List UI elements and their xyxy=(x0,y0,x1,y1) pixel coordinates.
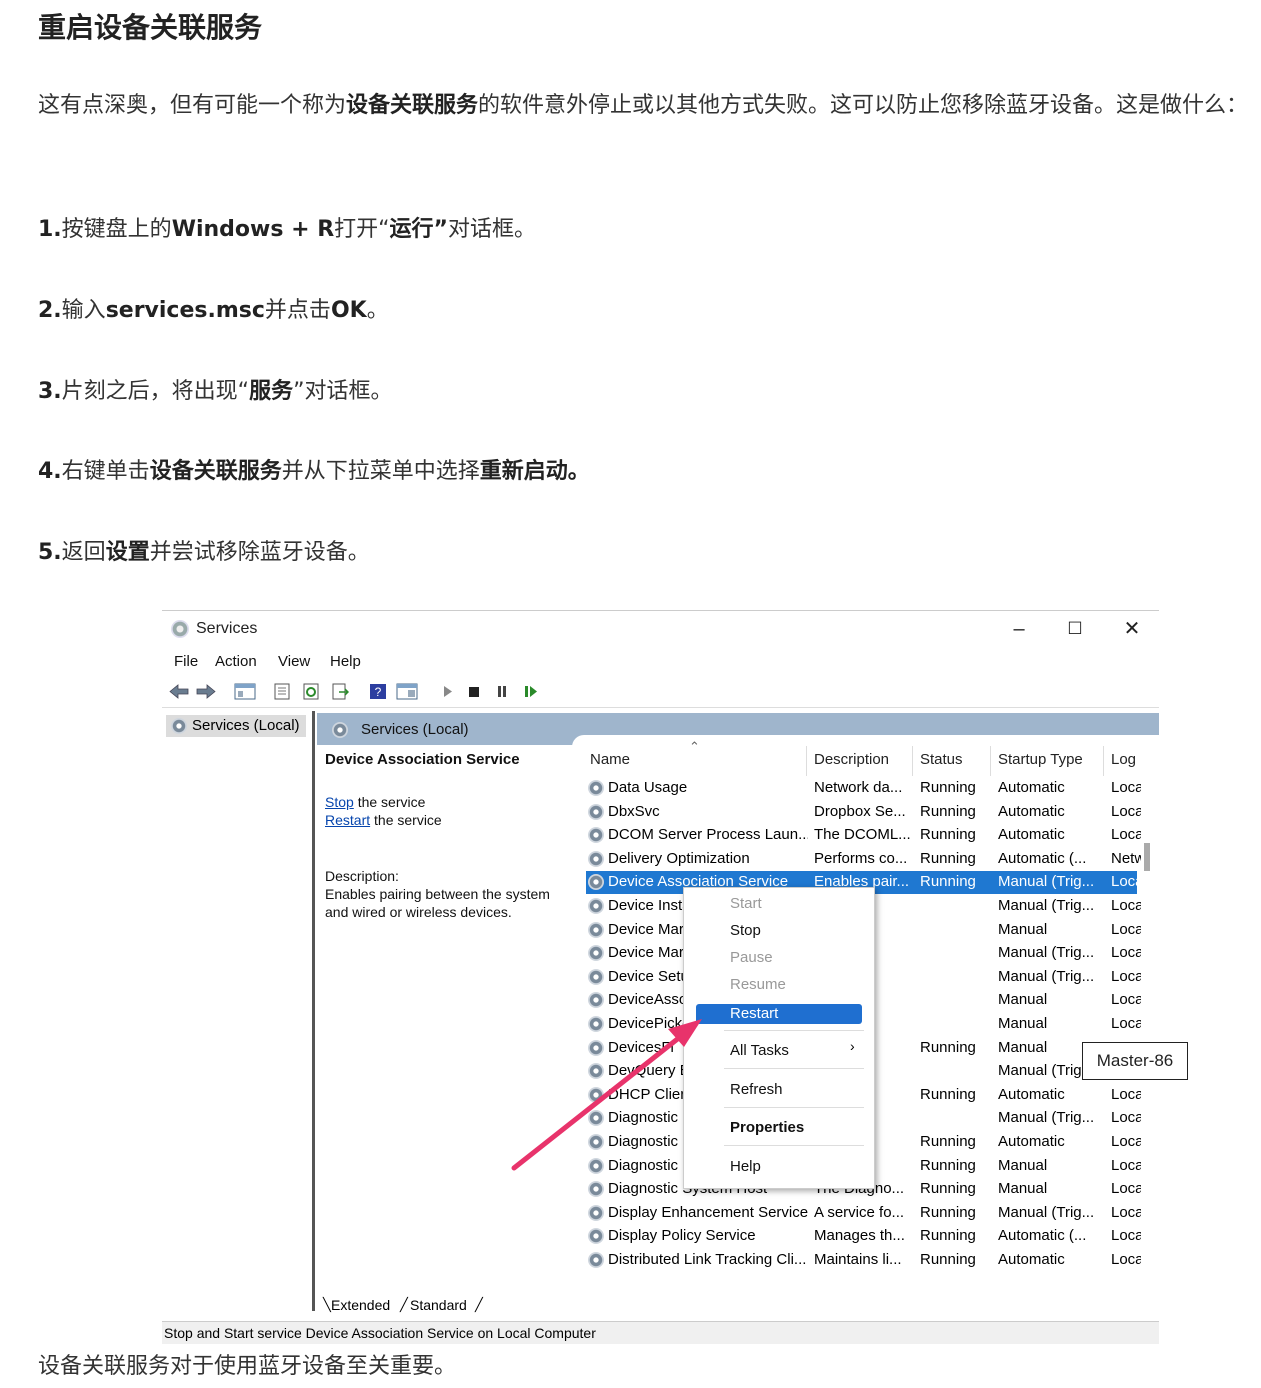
status-text: Stop and Start service Device Associatio… xyxy=(164,1325,596,1341)
tab-divider: ╲ xyxy=(323,1297,331,1312)
step-5: 5.返回设置并尝试移除蓝牙设备。 xyxy=(38,531,1261,574)
intro-text-1: 这有点深奥，但有可能一个称为 xyxy=(38,93,347,118)
step-bold: 运行” xyxy=(389,217,449,242)
step-bold: services.msc xyxy=(105,298,265,323)
tab-standard[interactable]: Standard xyxy=(410,1297,467,1313)
step-2: 2.输入services.msc并点击OK。 xyxy=(38,289,1261,332)
step-bold: Windows + R xyxy=(171,217,335,242)
step-bold: 服务 xyxy=(249,379,294,404)
step-text: 返回 xyxy=(61,540,106,565)
step-text: 并从下拉菜单中选择 xyxy=(281,459,480,484)
step-text: 右键单击 xyxy=(61,459,150,484)
intro-paragraph: 这有点深奥，但有可能一个称为设备关联服务的软件意外停止或以其他方式失败。这可以防… xyxy=(38,84,1261,127)
step-number: 1. xyxy=(38,217,62,242)
status-bar: Stop and Start service Device Associatio… xyxy=(162,1321,1159,1344)
tab-divider: ╱ xyxy=(475,1297,483,1312)
step-number: 4. xyxy=(38,459,62,484)
step-bold: OK xyxy=(330,298,367,323)
step-3: 3.片刻之后，将出现“服务”对话框。 xyxy=(38,370,1261,413)
conclusion-paragraph: 设备关联服务对于使用蓝牙设备至关重要。 xyxy=(38,1354,457,1379)
step-text: 。 xyxy=(366,298,389,323)
tab-divider: ╱ xyxy=(400,1297,408,1312)
step-number: 2. xyxy=(38,298,62,323)
step-number: 5. xyxy=(38,540,62,565)
article-heading: 重启设备关联服务 xyxy=(38,11,263,44)
services-window-screenshot: Services – ☐ ✕ File Action View Help ? S… xyxy=(162,610,1159,1344)
step-4: 4.右键单击设备关联服务并从下拉菜单中选择重新启动。 xyxy=(38,450,1261,493)
step-text: 输入 xyxy=(61,298,106,323)
step-bold: 重新启动。 xyxy=(479,459,590,484)
step-text: 片刻之后，将出现“ xyxy=(61,379,250,404)
step-bold: 设置 xyxy=(105,540,150,565)
step-1: 1.按键盘上的Windows + R打开“运行”对话框。 xyxy=(38,208,1261,251)
tab-extended[interactable]: Extended xyxy=(331,1297,390,1313)
intro-bold-service: 设备关联服务 xyxy=(346,93,479,118)
step-number: 3. xyxy=(38,379,62,404)
intro-text-2: 的软件意外停止或以其他方式失败。这可以防止您移除蓝牙设备。这是做什么： xyxy=(478,93,1249,118)
step-text: 对话框。 xyxy=(448,217,537,242)
step-text: 打开“ xyxy=(334,217,390,242)
step-text: 并尝试移除蓝牙设备。 xyxy=(149,540,370,565)
watermark-label: Master-86 xyxy=(1082,1042,1188,1080)
step-text: ”对话框。 xyxy=(293,379,393,404)
step-text: 并点击 xyxy=(264,298,331,323)
step-text: 按键盘上的 xyxy=(61,217,172,242)
step-bold: 设备关联服务 xyxy=(149,459,282,484)
annotation-arrow-icon xyxy=(511,1019,702,1171)
